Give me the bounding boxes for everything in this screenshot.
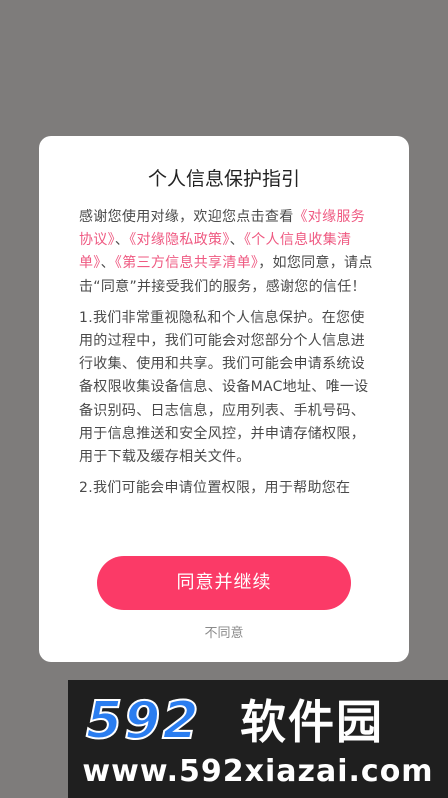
dialog-content[interactable]: 感谢您使用对缘，欢迎您点击查看《对缘服务协议》、《对缘隐私政策》、《个人信息收集… (79, 206, 375, 540)
screen: 个人信息保护指引 感谢您使用对缘，欢迎您点击查看《对缘服务协议》、《对缘隐私政策… (0, 0, 448, 798)
dialog-title: 个人信息保护指引 (147, 168, 300, 190)
watermark-banner: 592 软件园 www.592xiazai.com (68, 680, 448, 798)
disagree-button[interactable]: 不同意 (39, 622, 409, 641)
agree-continue-button[interactable]: 同意并继续 (97, 556, 351, 610)
privacy-policy-link[interactable]: 《对缘隐私政策》 (129, 232, 229, 248)
paragraph-2: 2.我们可能会申请位置权限，用于帮助您在 (79, 480, 351, 497)
intro-paragraph: 感谢您使用对缘，欢迎您点击查看《对缘服务协议》、《对缘隐私政策》、《个人信息收集… (79, 206, 375, 299)
paragraph-1: 1.我们非常重视隐私和个人信息保护。在您使用的过程中，我们可能会对您部分个人信息… (79, 309, 369, 466)
third-party-sharing-link[interactable]: 《第三方信息共享清单》 (115, 255, 258, 271)
content-fade (79, 520, 375, 542)
svg-text:软件园: 软件园 (240, 695, 384, 749)
privacy-dialog: 个人信息保护指引 感谢您使用对缘，欢迎您点击查看《对缘服务协议》、《对缘隐私政策… (39, 136, 409, 662)
intro-prefix: 感谢您使用对缘，欢迎您点击查看 (79, 209, 294, 225)
separator: 、 (114, 232, 130, 249)
svg-text:592: 592 (86, 691, 201, 750)
separator: 、 (100, 255, 115, 272)
watermark-url: www.592xiazai.com (82, 754, 434, 789)
separator: 、 (229, 232, 244, 249)
watermark-logo: 592 软件园 (85, 690, 384, 750)
